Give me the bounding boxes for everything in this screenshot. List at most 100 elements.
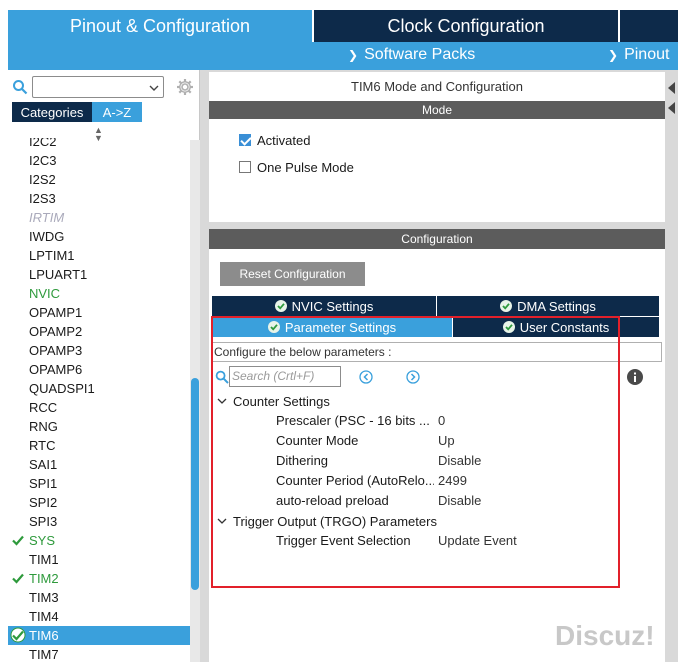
list-item[interactable]: LPTIM1 bbox=[8, 246, 190, 265]
param-name: Prescaler (PSC - 16 bits ... bbox=[276, 413, 430, 428]
list-item-label: SPI2 bbox=[29, 495, 58, 510]
list-item-label: I2C2 bbox=[29, 138, 57, 149]
list-item[interactable]: OPAMP2 bbox=[8, 322, 190, 341]
tab-user-constants[interactable]: User Constants bbox=[453, 317, 659, 337]
one-pulse-checkbox-row[interactable]: One Pulse Mode bbox=[239, 158, 354, 176]
list-item-label: TIM4 bbox=[29, 609, 59, 624]
list-item[interactable]: TIM3 bbox=[8, 588, 190, 607]
search-icon[interactable] bbox=[215, 370, 229, 384]
list-item[interactable]: NVIC bbox=[8, 284, 190, 303]
scrollbar-thumb[interactable] bbox=[191, 378, 199, 590]
search-next-icon[interactable] bbox=[406, 370, 420, 384]
param-row[interactable]: Counter Mode Up bbox=[276, 431, 656, 451]
list-item[interactable]: TIM2 bbox=[8, 569, 190, 588]
tab-pinout-configuration[interactable]: Pinout & Configuration bbox=[8, 10, 312, 42]
chevron-down-icon[interactable] bbox=[149, 83, 159, 93]
tab-overflow[interactable] bbox=[620, 10, 678, 42]
list-item[interactable]: I2C2 bbox=[8, 138, 190, 151]
list-item-label: RCC bbox=[29, 400, 58, 415]
tab-categories[interactable]: Categories bbox=[12, 102, 92, 122]
mode-title: TIM6 Mode and Configuration bbox=[351, 78, 523, 94]
sub-toolbar: ❯ Software Packs ❯ Pinout bbox=[8, 42, 678, 70]
activated-checkbox-row[interactable]: Activated bbox=[239, 131, 310, 149]
list-item-label: TIM2 bbox=[29, 571, 59, 586]
tab-nvic-settings[interactable]: NVIC Settings bbox=[212, 296, 436, 316]
tab-label: DMA Settings bbox=[517, 298, 596, 314]
list-item[interactable]: QUADSPI1 bbox=[8, 379, 190, 398]
collapse-arrow-icon[interactable] bbox=[666, 78, 678, 118]
configuration-section: Configuration Reset Configuration NVIC S… bbox=[209, 229, 665, 662]
search-previous-icon[interactable] bbox=[359, 370, 373, 384]
list-item[interactable]: SAI1 bbox=[8, 455, 190, 474]
mode-section: TIM6 Mode and Configuration Mode Activat… bbox=[209, 72, 665, 222]
list-item[interactable]: I2S2 bbox=[8, 170, 190, 189]
list-item[interactable]: LPUART1 bbox=[8, 265, 190, 284]
group-counter-settings[interactable]: Counter Settings bbox=[217, 391, 330, 411]
list-item[interactable]: OPAMP6 bbox=[8, 360, 190, 379]
list-item[interactable]: OPAMP1 bbox=[8, 303, 190, 322]
peripheral-search-input[interactable] bbox=[32, 76, 164, 98]
list-item[interactable]: I2C3 bbox=[8, 151, 190, 170]
param-row[interactable]: Prescaler (PSC - 16 bits ... 0 bbox=[276, 411, 656, 431]
check-icon bbox=[12, 535, 24, 546]
param-row[interactable]: auto-reload preload Disable bbox=[276, 491, 656, 511]
list-item-label: I2S2 bbox=[29, 172, 56, 187]
list-item[interactable]: SPI2 bbox=[8, 493, 190, 512]
list-item-label: OPAMP6 bbox=[29, 362, 83, 377]
peripheral-panel: Categories A->Z ▲ ▼ I2C2 I2C3 I2S2 I2S3 IRTIM… bbox=[8, 70, 200, 662]
list-item-label: QUADSPI1 bbox=[29, 381, 95, 396]
param-value[interactable]: Disable bbox=[438, 493, 481, 508]
search-icon[interactable] bbox=[12, 79, 28, 95]
list-item[interactable]: TIM4 bbox=[8, 607, 190, 626]
tab-parameter-settings[interactable]: Parameter Settings bbox=[212, 317, 452, 337]
list-item[interactable]: TIM1 bbox=[8, 550, 190, 569]
reset-configuration-button[interactable]: Reset Configuration bbox=[220, 262, 365, 286]
mode-header: Mode bbox=[209, 101, 665, 119]
peripheral-search-row bbox=[8, 74, 200, 100]
chevron-down-icon: ❯ bbox=[608, 48, 619, 62]
one-pulse-checkbox[interactable] bbox=[239, 161, 251, 173]
param-row[interactable]: Trigger Event Selection Update Event bbox=[276, 531, 656, 551]
check-circle-icon bbox=[267, 321, 280, 333]
list-item[interactable]: RTC bbox=[8, 436, 190, 455]
param-row[interactable]: Counter Period (AutoRelo... 2499 bbox=[276, 471, 656, 491]
param-name: Counter Mode bbox=[276, 433, 359, 448]
chevron-down-icon[interactable] bbox=[217, 516, 227, 526]
list-item-label: IWDG bbox=[29, 229, 65, 244]
peripheral-list-scrollbar[interactable] bbox=[190, 140, 200, 662]
gear-icon[interactable] bbox=[176, 78, 194, 96]
param-value[interactable]: Disable bbox=[438, 453, 481, 468]
chevron-down-icon[interactable] bbox=[217, 396, 227, 406]
tab-a-to-z[interactable]: A->Z bbox=[92, 102, 142, 122]
param-value[interactable]: 0 bbox=[438, 413, 445, 428]
info-icon[interactable] bbox=[627, 369, 643, 385]
tab-dma-settings[interactable]: DMA Settings bbox=[437, 296, 659, 316]
list-item[interactable]: IRTIM bbox=[8, 208, 190, 227]
software-packs-menu[interactable]: ❯ Software Packs bbox=[348, 46, 475, 64]
list-item[interactable]: RNG bbox=[8, 417, 190, 436]
list-item[interactable]: RCC bbox=[8, 398, 190, 417]
list-item[interactable]: I2S3 bbox=[8, 189, 190, 208]
param-row[interactable]: Dithering Disable bbox=[276, 451, 656, 471]
list-item[interactable]: TIM6 bbox=[8, 626, 190, 645]
param-value[interactable]: Update Event bbox=[438, 533, 517, 548]
parameter-search-input[interactable]: Search (Crtl+F) bbox=[229, 366, 341, 387]
tab-clock-configuration[interactable]: Clock Configuration bbox=[314, 10, 618, 42]
list-item[interactable]: TIM7 bbox=[8, 645, 190, 660]
list-item-label: SPI1 bbox=[29, 476, 58, 491]
activated-checkbox[interactable] bbox=[239, 134, 251, 146]
list-item[interactable]: SPI3 bbox=[8, 512, 190, 531]
list-mode-tabs: Categories A->Z bbox=[12, 102, 142, 122]
group-trigger-output[interactable]: Trigger Output (TRGO) Parameters bbox=[217, 511, 437, 531]
param-value[interactable]: 2499 bbox=[438, 473, 467, 488]
list-item[interactable]: OPAMP3 bbox=[8, 341, 190, 360]
list-item[interactable]: IWDG bbox=[8, 227, 190, 246]
list-item[interactable]: SYS bbox=[8, 531, 190, 550]
pinout-menu[interactable]: ❯ Pinout bbox=[608, 46, 669, 64]
peripheral-list: I2C2 I2C3 I2S2 I2S3 IRTIM IWDG LPTIM1 LPUART1 NV… bbox=[8, 138, 190, 660]
param-value[interactable]: Up bbox=[438, 433, 455, 448]
tab-label: Parameter Settings bbox=[284, 319, 397, 335]
list-item[interactable]: SPI1 bbox=[8, 474, 190, 493]
list-item-label: OPAMP2 bbox=[29, 324, 83, 339]
list-item-label: TIM6 bbox=[29, 628, 59, 643]
